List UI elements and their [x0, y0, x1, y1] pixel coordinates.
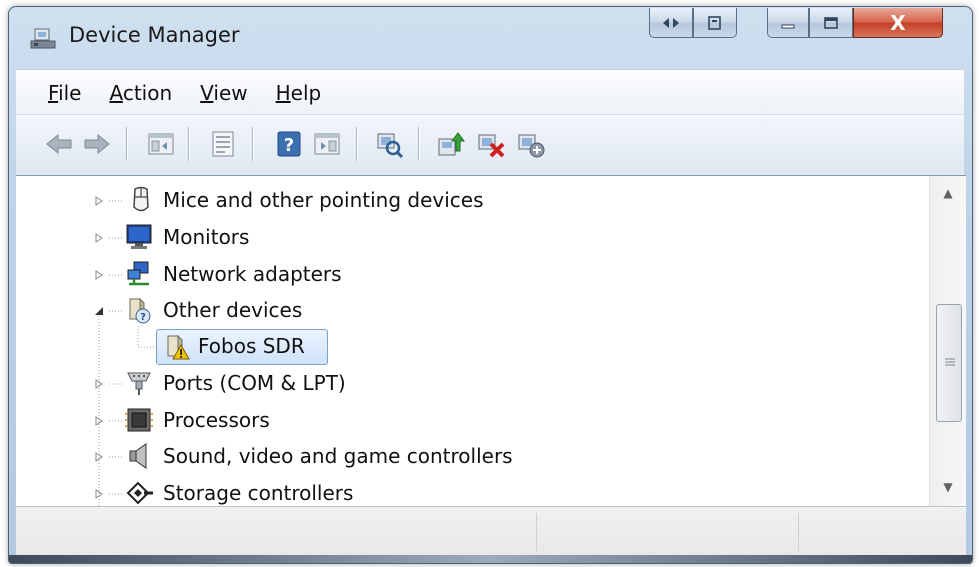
- back-arrow-icon[interactable]: [44, 129, 74, 159]
- tree-item-network-adapters[interactable]: Network adapters: [16, 257, 916, 293]
- tree-item-mice[interactable]: Mice and other pointing devices: [16, 183, 916, 219]
- expand-arrow-icon[interactable]: [94, 196, 104, 206]
- expand-arrow-icon[interactable]: [94, 489, 104, 499]
- collapse-arrow-icon[interactable]: [94, 306, 104, 316]
- expand-arrow-icon[interactable]: [94, 270, 104, 280]
- expand-arrow-icon[interactable]: [94, 416, 104, 426]
- minimize-button[interactable]: [767, 8, 809, 38]
- speaker-icon: [129, 443, 147, 469]
- window-copy-icon: [708, 15, 721, 30]
- maximize-button[interactable]: [809, 8, 853, 38]
- menu-action[interactable]: Action: [109, 81, 172, 105]
- close-button[interactable]: X: [853, 8, 943, 38]
- update-driver-icon[interactable]: [436, 129, 466, 159]
- tree-item-processors[interactable]: Processors: [16, 403, 916, 439]
- toolbar-separator: [418, 127, 419, 161]
- menu-view[interactable]: View: [200, 81, 247, 105]
- close-icon: X: [890, 10, 906, 35]
- device-manager-window: Device Manager X File Action View Help ?…: [8, 6, 973, 564]
- svg-text:?: ?: [284, 135, 294, 156]
- warning-device-icon: [167, 334, 190, 360]
- maximize-icon: [824, 16, 838, 29]
- tree-item-label: Ports (COM & LPT): [163, 371, 346, 395]
- storage-controller-icon: [126, 481, 153, 505]
- tree-item-label: Storage controllers: [163, 481, 354, 505]
- toolbar: ?: [16, 114, 964, 176]
- disable-device-icon[interactable]: [516, 129, 546, 159]
- tree-item-other-devices[interactable]: ? Other devices: [16, 293, 916, 329]
- expand-arrow-icon[interactable]: [94, 233, 104, 243]
- snap-window-button[interactable]: [693, 8, 737, 38]
- menu-bar: File Action View Help: [16, 69, 964, 115]
- tree-item-label: Other devices: [163, 298, 303, 322]
- processor-icon: [125, 408, 153, 432]
- vertical-scrollbar[interactable]: ▲ ▼: [929, 176, 966, 506]
- svg-text:?: ?: [140, 312, 146, 323]
- expand-arrow-icon[interactable]: [94, 452, 104, 462]
- window-bottom-border: [9, 555, 972, 563]
- toolbar-separator: [252, 127, 253, 161]
- window-title: Device Manager: [69, 23, 240, 47]
- scroll-up-arrow-icon[interactable]: ▲: [930, 180, 966, 206]
- status-divider: [536, 513, 537, 551]
- tree-item-label: Sound, video and game controllers: [163, 444, 513, 468]
- tree-item-label: Monitors: [163, 225, 250, 249]
- show-hide-console-tree-icon[interactable]: [146, 129, 176, 159]
- properties-icon[interactable]: [208, 129, 238, 159]
- tree-item-label: Fobos SDR: [198, 334, 305, 358]
- title-bar[interactable]: Device Manager X: [9, 7, 972, 69]
- tree-item-label: Mice and other pointing devices: [163, 188, 484, 212]
- tree-item-monitors[interactable]: Monitors: [16, 220, 916, 256]
- unknown-device-icon: ?: [129, 297, 151, 324]
- tree-item-fobos-sdr[interactable]: Fobos SDR: [16, 329, 916, 365]
- device-tree[interactable]: Mice and other pointing devices Monitors…: [16, 175, 966, 506]
- status-divider: [798, 513, 799, 551]
- monitor-icon: [126, 224, 152, 249]
- uninstall-device-icon[interactable]: [476, 129, 506, 159]
- toolbar-separator: [126, 127, 127, 161]
- forward-arrow-icon[interactable]: [82, 129, 112, 159]
- snap-left-button[interactable]: [649, 8, 693, 38]
- device-manager-icon: [30, 28, 56, 49]
- scroll-grip-icon: [945, 358, 955, 366]
- minimize-icon: [781, 24, 795, 28]
- toolbar-separator: [356, 127, 357, 161]
- tree-item-label: Network adapters: [163, 262, 342, 286]
- tree-item-ports[interactable]: Ports (COM & LPT): [16, 366, 916, 402]
- help-icon[interactable]: ?: [274, 129, 304, 159]
- snap-arrows-icon: [663, 17, 679, 28]
- menu-file[interactable]: File: [48, 81, 81, 105]
- toolbar-separator: [188, 127, 189, 161]
- network-adapter-icon: [127, 261, 149, 286]
- show-hide-action-pane-icon[interactable]: [312, 129, 342, 159]
- port-icon: [127, 372, 151, 395]
- scan-hardware-changes-icon[interactable]: [374, 129, 404, 159]
- status-bar: [16, 506, 966, 557]
- scroll-thumb[interactable]: [936, 304, 962, 422]
- tree-item-sound-video-game[interactable]: Sound, video and game controllers: [16, 439, 916, 475]
- menu-help[interactable]: Help: [276, 81, 322, 105]
- expand-arrow-icon[interactable]: [94, 379, 104, 389]
- scroll-down-arrow-icon[interactable]: ▼: [930, 474, 966, 500]
- tree-item-label: Processors: [163, 408, 270, 432]
- mouse-icon: [133, 186, 149, 212]
